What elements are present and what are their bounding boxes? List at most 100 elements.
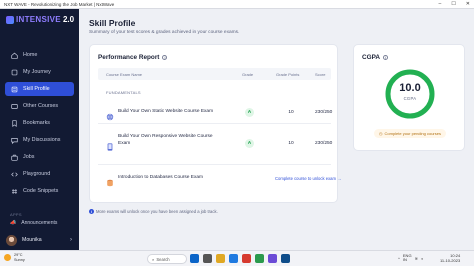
database-icon <box>106 174 114 187</box>
sidebar-item-label: My Journey <box>23 69 51 75</box>
sidebar-item-code-snippets[interactable]: Code Snippets <box>5 184 74 198</box>
exams-footnote: i More exams will unlock once you have b… <box>89 209 218 214</box>
sidebar-item-label: Code Snippets <box>23 188 59 194</box>
briefcase-icon <box>11 154 18 161</box>
cgpa-label: CGPA <box>403 96 417 101</box>
apps-section-label: APPS <box>10 212 22 217</box>
courses-icon <box>11 103 18 110</box>
chrome-browser-icon[interactable] <box>242 254 251 263</box>
megaphone-icon: 📣 <box>10 220 17 226</box>
sidebar-item-jobs[interactable]: Jobs <box>5 150 74 164</box>
cgpa-progress-ring <box>385 69 435 119</box>
unlock-exam-link[interactable]: Complete course to unlock exam → <box>275 176 341 181</box>
performance-report-header: Performance Report i <box>98 54 168 61</box>
sidebar-item-announcements[interactable]: 📣 Announcements <box>10 220 57 226</box>
file-explorer-icon[interactable] <box>216 254 225 263</box>
sidebar-item-home[interactable]: Home <box>5 48 74 62</box>
chat-icon <box>11 137 18 144</box>
os-taskbar: 29°C Sunny ⌕ Search ^ ENG IN ≋ ◖ 10:24 1… <box>0 250 474 266</box>
page-subtitle: Summary of your test scores & grades ach… <box>89 30 240 35</box>
exam-score: 230/250 <box>315 141 333 146</box>
taskbar-apps <box>190 254 290 263</box>
sidebar-item-label: Announcements <box>21 220 58 226</box>
minimize-button[interactable]: – <box>439 1 442 7</box>
info-icon[interactable]: i <box>162 55 168 60</box>
code-icon <box>11 171 18 178</box>
clock-date: 11-10-2023 <box>440 258 461 263</box>
sidebar-item-label: Home <box>23 52 38 58</box>
close-button[interactable]: ✕ <box>466 1 470 7</box>
sidebar-item-bookmarks[interactable]: Bookmarks <box>5 116 74 130</box>
pending-courses-text: Complete your pending courses <box>384 131 441 136</box>
sidebar-item-my-journey[interactable]: My Journey <box>5 65 74 79</box>
sidebar-item-playground[interactable]: Playground <box>5 167 74 181</box>
exam-name: Build Your Own Responsive Website Course… <box>118 134 213 146</box>
table-row: Introduction to Databases Course Exam Co… <box>98 166 341 190</box>
cgpa-header: CGPA i <box>362 54 388 61</box>
sidebar-item-label: Bookmarks <box>23 120 50 126</box>
cgpa-card: CGPA i 10.0 CGPA ◷ Complete your pending… <box>353 44 465 151</box>
user-profile-menu[interactable]: Mounika › <box>0 231 79 249</box>
section-label-fundamentals: FUNDAMENTALS <box>106 90 141 95</box>
sidebar-item-my-discussions[interactable]: My Discussions <box>5 133 74 147</box>
language-indicator: ENG IN <box>402 253 412 263</box>
column-header-grade: Grade <box>242 72 254 77</box>
avatar <box>6 234 17 246</box>
exam-name: Build Your Own Static Website Course Exa… <box>118 109 214 114</box>
app-logo[interactable]: INTENSIVE 2.0 <box>6 15 74 24</box>
sidebar-item-other-courses[interactable]: Other Courses <box>5 99 74 113</box>
column-header-name: Course Exam Name <box>106 72 143 77</box>
weather-desc: Sunny <box>14 257 25 262</box>
table-header: Course Exam Name Grade Grade Points Scor… <box>98 68 331 80</box>
taskbar-search[interactable]: ⌕ Search <box>147 254 187 264</box>
column-header-score: Score <box>315 72 326 77</box>
logo-text: INTENSIVE <box>16 15 61 24</box>
weather-widget[interactable]: 29°C Sunny <box>4 253 25 262</box>
store-icon[interactable] <box>255 254 264 263</box>
sidebar-item-label: Jobs <box>23 154 35 160</box>
exam-score: 230/250 <box>315 110 333 115</box>
grade-badge: A <box>245 139 254 148</box>
sidebar-nav: Home My Journey Skill Profile Other Cour… <box>5 48 74 201</box>
globe-icon <box>106 108 114 121</box>
page-title: Skill Profile <box>89 18 136 28</box>
footnote-text: More exams will unlock once you have bee… <box>96 209 218 214</box>
windows-start-icon[interactable] <box>190 254 199 263</box>
cgpa-value: 10.0 <box>399 82 421 94</box>
info-icon: i <box>89 209 94 214</box>
table-row: Build Your Own Static Website Course Exa… <box>98 100 333 124</box>
exam-name: Introduction to Databases Course Exam <box>118 175 204 180</box>
grade-badge: A <box>245 108 254 117</box>
search-icon: ⌕ <box>152 256 155 262</box>
grade-points: 10 <box>288 110 294 115</box>
sidebar-item-label: Skill Profile <box>23 86 50 92</box>
maximize-button[interactable]: ☐ <box>451 1 455 7</box>
task-view-icon[interactable] <box>203 254 212 263</box>
pending-courses-pill: ◷ Complete your pending courses <box>374 129 446 138</box>
cgpa-progress-arc <box>385 69 435 119</box>
wifi-icon: ≋ <box>414 255 418 261</box>
vscode-icon[interactable] <box>281 254 290 263</box>
app-icon[interactable] <box>268 254 277 263</box>
sidebar: INTENSIVE 2.0 Home My Journey Skill Prof… <box>0 9 79 250</box>
edge-browser-icon[interactable] <box>229 254 238 263</box>
profile-icon <box>11 86 18 93</box>
chevron-up-icon: ^ <box>398 255 400 261</box>
chevron-right-icon: › <box>70 237 72 243</box>
responsive-device-icon <box>106 138 114 151</box>
taskbar-clock[interactable]: 10:24 11-10-2023 <box>440 253 460 263</box>
window-controls: – ☐ ✕ <box>439 1 470 7</box>
cgpa-title: CGPA <box>362 54 380 61</box>
journey-icon <box>11 69 18 76</box>
sidebar-item-label: My Discussions <box>23 137 61 143</box>
sidebar-item-skill-profile[interactable]: Skill Profile <box>5 82 74 96</box>
logo-version: 2.0 <box>62 15 75 24</box>
logo-mark-icon <box>6 15 14 24</box>
info-icon[interactable]: i <box>383 55 388 60</box>
home-icon <box>11 52 18 59</box>
sidebar-item-label: Other Courses <box>23 103 59 109</box>
user-name: Mounika <box>22 237 42 243</box>
table-row: Build Your Own Responsive Website Course… <box>98 125 333 165</box>
system-tray[interactable]: ^ ENG IN ≋ ◖ <box>398 253 423 263</box>
column-header-points: Grade Points <box>276 72 300 77</box>
